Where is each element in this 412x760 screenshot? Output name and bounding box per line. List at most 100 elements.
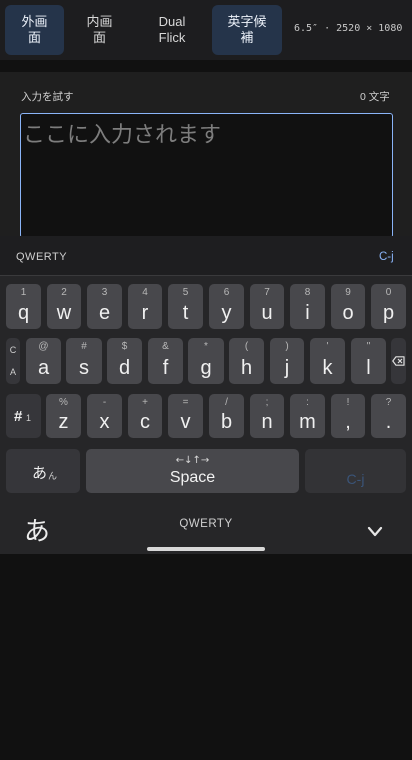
key-hint: " [366,341,371,352]
key-label: , [345,411,351,433]
key-d[interactable]: $ d [107,338,142,384]
dual-flick-button[interactable]: Dual Flick [137,5,207,55]
key-hint: / [225,397,228,408]
caps-key[interactable]: C A [6,338,20,384]
key-label: e [98,302,111,324]
key-hint: ; [265,397,269,408]
key-z[interactable]: % z [46,394,81,438]
key-b[interactable]: / b [209,394,244,438]
key-hint: % [59,397,68,408]
key-q[interactable]: 1q [6,284,41,329]
key-label: n [261,411,273,433]
key-label: p [382,302,395,324]
space-label: Space [169,469,216,486]
key-e[interactable]: 3e [87,284,122,329]
device-info: 6.5″ · 2520 × 1080 [294,23,403,34]
backspace-key[interactable] [391,338,406,384]
key-l[interactable]: " l [351,338,386,384]
key-hint: 6 [223,287,230,298]
key-label: v [180,411,191,433]
key-p[interactable]: 0p [371,284,406,329]
home-indicator[interactable] [147,547,265,551]
key-hint: 4 [142,287,148,298]
key-hint: 9 [345,287,351,298]
key-n[interactable]: ; n [250,394,284,438]
caps-bottom-label: A [9,367,16,377]
key-s[interactable]: # s [66,338,102,384]
kana-toggle-key[interactable]: あ ん [6,449,80,493]
test-input-box[interactable] [20,113,393,238]
space-key[interactable]: ←↓↑→ Space [86,449,299,493]
key-hint: = [182,397,189,408]
key-label: i [305,302,310,324]
key-o[interactable]: 9o [331,284,365,329]
kana-label: あ [32,464,48,482]
keyboard-header: QWERTY C-j [0,236,412,276]
key-f[interactable]: & f [148,338,183,384]
layout-name: QWERTY [16,251,68,263]
key-label: s [79,357,89,379]
key-hint: * [204,341,208,352]
key-v[interactable]: = v [168,394,203,438]
key-hint: : [306,397,309,408]
key-comma[interactable]: !, [331,394,365,438]
chevron-down-icon[interactable] [366,525,384,539]
key-hint: ! [346,397,350,408]
char-count: 0 文字 [360,91,390,103]
key-w[interactable]: 2w [47,284,81,329]
english-candidates-button[interactable]: 英字候 補 [212,5,282,55]
key-u[interactable]: 7u [250,284,284,329]
symbols-key[interactable]: # 1 [6,394,41,438]
key-r[interactable]: 4r [128,284,162,329]
key-label: . [385,411,392,433]
inner-screen-button[interactable]: 内画 面 [70,5,129,55]
key-label: h [240,357,253,379]
key-m[interactable]: :m [290,394,325,438]
mode-label[interactable]: C-j [379,251,394,263]
key-label: j [284,357,290,379]
key-hint: ? [385,397,392,408]
key-hint: 2 [61,287,67,298]
key-label: x [99,411,110,433]
key-hint: 5 [182,287,189,298]
symbols-label: # [14,408,23,425]
key-hint: $ [121,341,128,352]
key-label: y [221,302,232,324]
key-label: m [299,411,316,433]
cj-key[interactable]: C-j [305,449,406,493]
key-label: z [58,411,69,433]
key-label: q [17,302,30,324]
key-period[interactable]: ?. [371,394,406,438]
key-i[interactable]: 8i [290,284,325,329]
caps-top-label: C [9,345,17,355]
cj-key-label: C-j [346,471,365,487]
key-label: t [182,302,189,324]
backspace-icon [392,356,405,366]
key-k[interactable]: ' k [310,338,345,384]
key-t[interactable]: 5t [168,284,203,329]
key-hint: & [162,341,169,352]
key-hint: @ [38,341,49,352]
key-h[interactable]: (h [229,338,264,384]
key-label: g [200,357,212,379]
display-toolbar: 外画 面 内画 面 Dual Flick 英字候 補 6.5″ · 2520 ×… [0,0,412,60]
key-a[interactable]: @ a [26,338,61,384]
key-j[interactable]: ) j [270,338,304,384]
key-hint: - [102,397,107,408]
key-hint: ( [244,341,249,352]
key-c[interactable]: + c [128,394,162,438]
key-g[interactable]: * g [188,338,224,384]
key-hint: 0 [385,287,392,298]
key-label: k [322,357,333,379]
key-x[interactable]: -x [87,394,122,438]
key-label: f [162,357,169,379]
test-input[interactable] [21,120,392,150]
key-y[interactable]: 6y [209,284,244,329]
key-label: l [366,357,371,379]
key-label: c [140,411,150,433]
key-hint: 8 [304,287,311,298]
kana-sub-label: ん [48,472,58,482]
outer-screen-button[interactable]: 外画 面 [5,5,64,55]
key-hint: # [81,341,87,352]
key-hint: 1 [20,287,27,298]
